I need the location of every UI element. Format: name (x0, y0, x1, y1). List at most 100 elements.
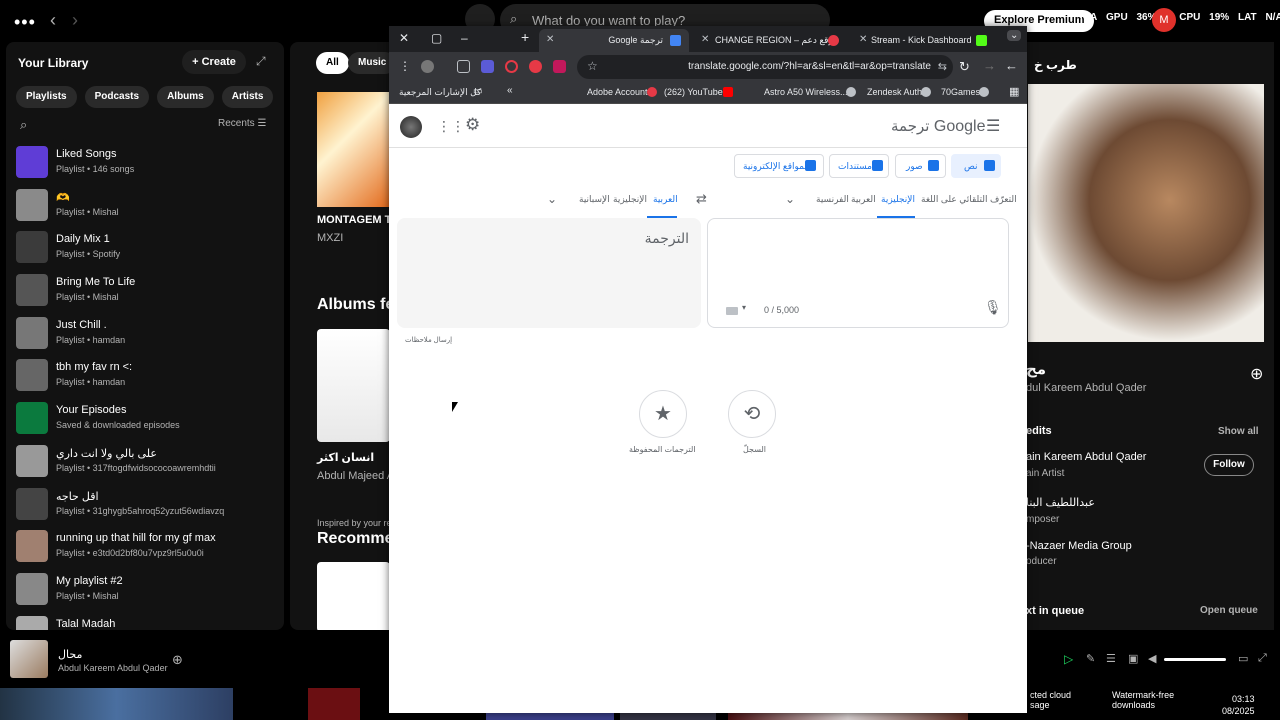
follow-button[interactable]: Follow (1204, 454, 1254, 476)
add-circle-icon[interactable]: ⊕ (1250, 364, 1263, 384)
keyboard-dropdown-icon[interactable]: ▾ (742, 303, 746, 312)
library-item[interactable]: Liked Songs Playlist • 146 songs (16, 142, 284, 185)
queue-icon[interactable]: ☰ (1106, 652, 1116, 665)
send-feedback-link[interactable]: إرسال ملاحظات (405, 336, 452, 344)
bookmark-astro[interactable]: Astro A50 Wireless... (764, 87, 848, 97)
close-tab-icon[interactable]: ✕ (859, 34, 867, 45)
cloud-promo[interactable]: cted cloud sage (1030, 690, 1071, 710)
maximize-window-icon[interactable]: ▢ (431, 31, 442, 45)
album-cover-montagem[interactable] (317, 92, 390, 207)
address-bar[interactable]: ☆ translate.google.com/?hl=ar&sl=en&tl=a… (577, 55, 953, 79)
back-icon[interactable]: ← (1005, 58, 1018, 73)
mode-websites-button[interactable]: المواقع الإلكترونية (734, 154, 824, 178)
album-cover-ensan[interactable] (317, 329, 390, 442)
credit1-name[interactable]: ain Kareem Abdul Qader (1026, 451, 1146, 463)
expand-icon[interactable]: ⤢ (256, 54, 266, 69)
account-avatar[interactable] (400, 116, 422, 138)
album1-title[interactable]: MONTAGEM TO (317, 214, 390, 226)
mode-images-button[interactable]: صور (895, 154, 946, 178)
all-bookmarks[interactable]: كل الإشارات المرجعية (399, 87, 481, 98)
tab-search-chevron-icon[interactable]: ⌄ (1007, 30, 1022, 41)
show-all-link[interactable]: Show all (1218, 426, 1259, 437)
player-thumbnail[interactable] (10, 640, 48, 678)
tab-google-translate[interactable]: ✕ Google ترجمة (539, 29, 689, 52)
reload-icon[interactable]: ↻ (959, 59, 970, 75)
bookmark-youtube[interactable]: (262) YouTube (664, 87, 723, 97)
main-chip-all[interactable]: All (316, 52, 349, 74)
saved-translations-button[interactable]: ★ (639, 390, 687, 438)
library-search-icon[interactable]: ⌕ (20, 117, 27, 133)
mode-documents-button[interactable]: مستندات (829, 154, 889, 178)
bookmark-adobe[interactable]: Adobe Account (587, 87, 648, 97)
microphone-icon[interactable]: 🎙 (984, 299, 1002, 316)
minimize-window-icon[interactable]: – (461, 31, 468, 45)
create-button[interactable]: + Create (182, 50, 246, 74)
close-tab-icon[interactable]: ✕ (546, 34, 554, 45)
library-item[interactable]: running up that hill for my gf max Playli… (16, 526, 284, 569)
recents-sort[interactable]: Recents ☰ (218, 118, 266, 129)
bookmark-star-icon[interactable]: ☆ (587, 59, 598, 73)
swap-languages-icon[interactable]: ⇄ (696, 191, 707, 207)
player-track-artist[interactable]: Abdul Kareem Abdul Qader (58, 663, 168, 673)
album2-title[interactable]: انسان اكثر (317, 451, 374, 464)
address-url[interactable]: translate.google.com/?hl=ar&sl=en&tl=ar&… (688, 61, 931, 72)
tab-kick-dashboard[interactable]: ✕ Stream - Kick Dashboard (853, 29, 995, 52)
collapse-bookmarks-icon[interactable]: « (507, 85, 513, 96)
chip-artists[interactable]: Artists (221, 86, 274, 108)
library-item[interactable]: اقل حاجه Playlist • 31ghygb5ahroq52yzut56… (16, 484, 284, 527)
library-item[interactable]: Your Episodes Saved & downloaded episodes (16, 398, 284, 441)
chip-podcasts[interactable]: Podcasts (84, 86, 150, 108)
profile-avatar-icon[interactable] (421, 60, 434, 73)
browser-menu-icon[interactable]: ⋮ (399, 59, 411, 73)
tab-change-region[interactable]: ✕ CHANGE REGION – موقع دعم (695, 29, 843, 52)
library-item[interactable]: tbh my fav rn <: Playlist • hamdan (16, 355, 284, 398)
fullscreen-icon[interactable]: ⤢ (1258, 652, 1267, 665)
forward-arrow-icon[interactable]: › (72, 10, 78, 31)
source-lang-more-icon[interactable]: ⌄ (785, 192, 795, 206)
library-item[interactable]: Just Chill . Playlist • hamdan (16, 313, 284, 356)
np-track-title[interactable]: مح (1026, 360, 1046, 378)
extension-4-icon[interactable] (553, 60, 566, 73)
open-queue-link[interactable]: Open queue (1200, 605, 1258, 616)
bookmark-zendesk[interactable]: Zendesk Auth (867, 87, 922, 97)
target-lang-arabic[interactable]: العربية (653, 194, 678, 205)
extension-1-icon[interactable] (481, 60, 494, 73)
player-track-title[interactable]: محال (58, 648, 82, 661)
library-item[interactable]: 🫶 Playlist • Mishal (16, 185, 284, 228)
extension-2-icon[interactable] (505, 60, 518, 73)
np-track-artist[interactable]: dul Kareem Abdul Qader (1026, 382, 1146, 394)
youtube-extension-icon[interactable] (529, 60, 542, 73)
main-chip-music[interactable]: Music (348, 52, 390, 74)
now-playing-view-icon[interactable]: ▷ (1064, 652, 1073, 666)
volume-icon[interactable]: ◀ (1148, 652, 1156, 665)
bookmark-70games[interactable]: 70Games (941, 87, 980, 97)
mini-player-icon[interactable]: ▭ (1238, 652, 1248, 665)
google-translate-logo[interactable]: ترجمة Google (891, 117, 985, 136)
source-lang-arabic[interactable]: العربية (851, 194, 876, 205)
keyboard-icon[interactable] (726, 307, 738, 315)
chip-playlists[interactable]: Playlists (16, 86, 77, 108)
target-lang-spanish[interactable]: الإسبانية (579, 194, 610, 205)
library-item[interactable]: Bring Me To Life Playlist • Mishal (16, 270, 284, 313)
settings-gear-icon[interactable]: ⚙ (465, 115, 480, 135)
history-button[interactable]: ⟲ (728, 390, 776, 438)
album2-artist[interactable]: Abdul Majeed Ab (317, 470, 390, 482)
back-arrow-icon[interactable]: ‹ (50, 10, 56, 31)
chip-albums[interactable]: Albums (157, 86, 214, 108)
add-to-library-icon[interactable]: ⊕ (172, 652, 183, 668)
library-item[interactable]: My playlist #2 Playlist • Mishal (16, 569, 284, 612)
credit3-name[interactable]: -Nazaer Media Group (1026, 540, 1132, 552)
library-item[interactable]: Talal Madah (16, 612, 284, 630)
taskbar-thumbnail-1[interactable] (0, 688, 233, 720)
close-window-icon[interactable]: ✕ (399, 31, 409, 45)
site-settings-icon[interactable]: ⇆ (938, 60, 947, 73)
volume-slider[interactable] (1164, 658, 1226, 661)
source-text-area[interactable]: 🎙 ▾ 0 / 5,000 (707, 218, 1009, 328)
forward-icon[interactable]: → (983, 58, 996, 73)
mode-text-button[interactable]: نص (951, 154, 1001, 178)
extensions-icon[interactable] (457, 60, 470, 73)
connect-device-icon[interactable]: ▣ (1128, 652, 1138, 665)
watermark-promo[interactable]: Watermark-free downloads (1112, 690, 1174, 710)
target-lang-english[interactable]: الإنجليزية (613, 194, 647, 205)
record-badge[interactable]: M (1152, 8, 1176, 32)
